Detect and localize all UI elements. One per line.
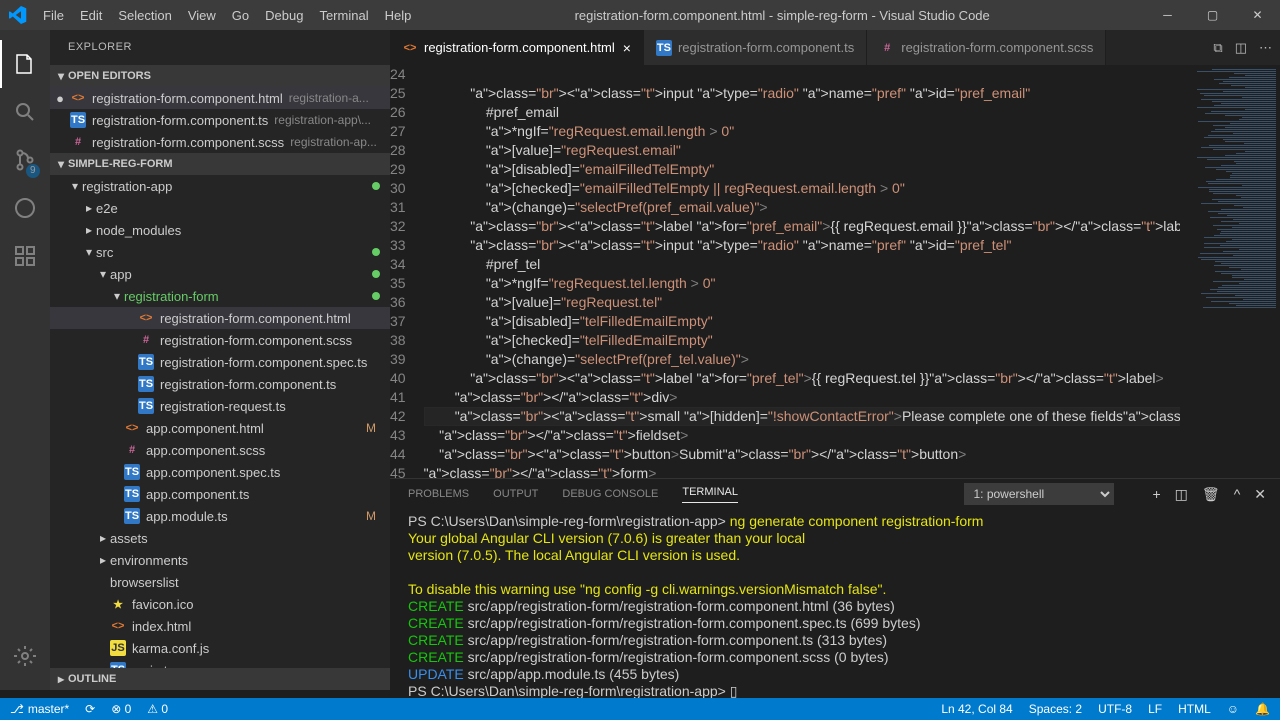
tree-item[interactable]: ▾src — [50, 241, 390, 263]
tree-item[interactable]: TSregistration-form.component.ts — [50, 373, 390, 395]
tree-item[interactable]: JSkarma.conf.js — [50, 637, 390, 659]
outline-section[interactable]: ▸OUTLINE — [50, 668, 390, 690]
terminal-selector[interactable]: 1: powershell — [964, 483, 1114, 505]
terminal[interactable]: PS C:\Users\Dan\simple-reg-form\registra… — [390, 509, 1280, 704]
git-branch[interactable]: ⎇ master* — [10, 702, 69, 716]
panel-tab-debug[interactable]: DEBUG CONSOLE — [562, 488, 658, 500]
minimap[interactable] — [1180, 65, 1280, 478]
open-editor-item[interactable]: TSregistration-form.component.tsregistra… — [50, 109, 390, 131]
tree-item[interactable]: ▾registration-app — [50, 175, 390, 197]
compare-icon[interactable]: ⧉ — [1213, 40, 1222, 56]
status-item[interactable]: LF — [1148, 702, 1162, 716]
debug-icon[interactable] — [0, 184, 50, 232]
menu-help[interactable]: Help — [377, 8, 420, 23]
source-control-icon[interactable]: 9 — [0, 136, 50, 184]
tree-item[interactable]: <>app.component.htmlM — [50, 417, 390, 439]
tree-item[interactable]: ▸node_modules — [50, 219, 390, 241]
extensions-icon[interactable] — [0, 232, 50, 280]
vscode-logo-icon — [0, 6, 35, 24]
menu-terminal[interactable]: Terminal — [311, 8, 376, 23]
tab-close-icon[interactable]: × — [623, 40, 631, 56]
tree-item[interactable]: TSapp.component.ts — [50, 483, 390, 505]
new-terminal-icon[interactable]: + — [1152, 486, 1160, 503]
status-item[interactable]: HTML — [1178, 702, 1211, 716]
kill-terminal-icon[interactable]: 🗑 — [1202, 486, 1220, 503]
status-item[interactable]: Ln 42, Col 84 — [941, 702, 1012, 716]
tree-item[interactable]: TSregistration-form.component.spec.ts — [50, 351, 390, 373]
panel-tab-problems[interactable]: PROBLEMS — [408, 488, 469, 500]
menu-debug[interactable]: Debug — [257, 8, 311, 23]
editor-tab[interactable]: #registration-form.component.scss — [867, 30, 1106, 65]
open-editor-item[interactable]: ●<>registration-form.component.htmlregis… — [50, 87, 390, 109]
window-title: registration-form.component.html - simpl… — [419, 8, 1145, 23]
tree-item[interactable]: <>index.html — [50, 615, 390, 637]
folder-section[interactable]: ▾SIMPLE-REG-FORM — [50, 153, 390, 175]
sidebar-header: EXPLORER — [50, 30, 390, 65]
search-icon[interactable] — [0, 88, 50, 136]
tree-item[interactable]: TSapp.component.spec.ts — [50, 461, 390, 483]
close-panel-icon[interactable]: ✕ — [1254, 486, 1266, 503]
split-terminal-icon[interactable]: ◫ — [1175, 486, 1188, 503]
git-sync[interactable]: ⟳ — [85, 702, 95, 716]
menu-bar: FileEditSelectionViewGoDebugTerminalHelp — [35, 8, 419, 23]
tree-item[interactable]: browserslist — [50, 571, 390, 593]
maximize-icon[interactable]: ▢ — [1190, 8, 1235, 22]
status-warnings[interactable]: ⚠ 0 — [147, 702, 168, 716]
editor-tabs: <>registration-form.component.html×TSreg… — [390, 30, 1280, 65]
tree-item[interactable]: ▸e2e — [50, 197, 390, 219]
tree-item[interactable]: TSapp.module.tsM — [50, 505, 390, 527]
menu-view[interactable]: View — [180, 8, 224, 23]
gear-icon[interactable] — [0, 632, 50, 680]
menu-selection[interactable]: Selection — [110, 8, 179, 23]
tree-item[interactable]: <>registration-form.component.html — [50, 307, 390, 329]
editor-tab[interactable]: TSregistration-form.component.ts — [644, 30, 867, 65]
split-icon[interactable]: ◫ — [1235, 40, 1247, 56]
tree-item[interactable]: ★favicon.ico — [50, 593, 390, 615]
tree-item[interactable]: ▾registration-form — [50, 285, 390, 307]
more-icon[interactable]: ⋯ — [1259, 40, 1272, 56]
menu-file[interactable]: File — [35, 8, 72, 23]
code-editor[interactable]: 2425262728293031323334353637383940414243… — [390, 65, 1180, 478]
status-item[interactable]: ☺ — [1227, 702, 1239, 716]
sidebar-explorer: EXPLORER ▾OPEN EDITORS ●<>registration-f… — [50, 30, 390, 690]
panel-tab-terminal[interactable]: TERMINAL — [682, 486, 738, 503]
scm-badge: 9 — [26, 164, 40, 178]
maximize-panel-icon[interactable]: ^ — [1234, 486, 1241, 503]
panel-tabs: PROBLEMS OUTPUT DEBUG CONSOLE TERMINAL 1… — [390, 479, 1280, 509]
tree-item[interactable]: ▾app — [50, 263, 390, 285]
tree-item[interactable]: #app.component.scss — [50, 439, 390, 461]
status-bar: ⎇ master* ⟳ ⊗ 0 ⚠ 0 Ln 42, Col 84 Spaces:… — [0, 698, 1280, 720]
status-errors[interactable]: ⊗ 0 — [111, 702, 131, 716]
menu-go[interactable]: Go — [224, 8, 257, 23]
title-bar: FileEditSelectionViewGoDebugTerminalHelp… — [0, 0, 1280, 30]
tree-item[interactable]: TSregistration-request.ts — [50, 395, 390, 417]
panel: PROBLEMS OUTPUT DEBUG CONSOLE TERMINAL 1… — [390, 478, 1280, 690]
tree-item[interactable]: ▸assets — [50, 527, 390, 549]
status-item[interactable]: Spaces: 2 — [1029, 702, 1082, 716]
editor-tab[interactable]: <>registration-form.component.html× — [390, 30, 644, 65]
activity-bar: 9 — [0, 30, 50, 690]
status-item[interactable]: 🔔 — [1255, 702, 1270, 716]
menu-edit[interactable]: Edit — [72, 8, 110, 23]
editor-area: <>registration-form.component.html×TSreg… — [390, 30, 1280, 478]
tree-item[interactable]: ▸environments — [50, 549, 390, 571]
status-item[interactable]: UTF-8 — [1098, 702, 1132, 716]
panel-tab-output[interactable]: OUTPUT — [493, 488, 538, 500]
tree-item[interactable]: #registration-form.component.scss — [50, 329, 390, 351]
explorer-icon[interactable] — [0, 40, 50, 88]
minimize-icon[interactable]: ─ — [1145, 8, 1190, 22]
open-editor-item[interactable]: #registration-form.component.scssregistr… — [50, 131, 390, 153]
close-icon[interactable]: ✕ — [1235, 8, 1280, 22]
open-editors-section[interactable]: ▾OPEN EDITORS — [50, 65, 390, 87]
